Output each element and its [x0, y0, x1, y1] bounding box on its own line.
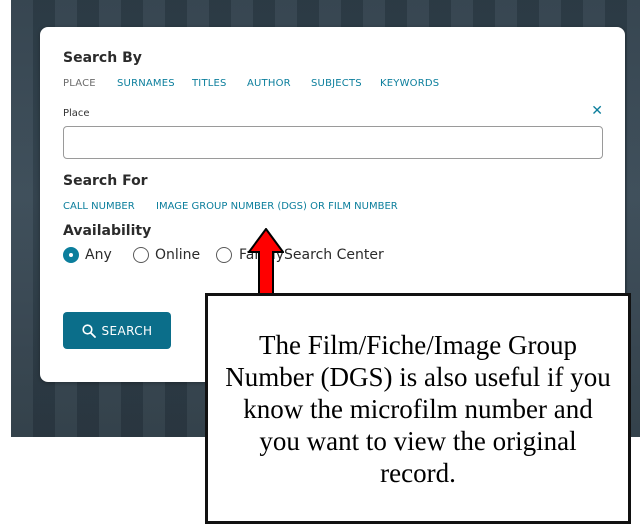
search-for-heading: Search For — [63, 173, 148, 189]
search-button-label: SEARCH — [101, 323, 153, 338]
availability-online-radio[interactable] — [133, 247, 149, 263]
place-input[interactable] — [63, 126, 603, 159]
availability-any-radio[interactable] — [63, 247, 79, 263]
place-label: Place — [63, 108, 90, 119]
search-button[interactable]: SEARCH — [63, 312, 171, 349]
search-by-heading: Search By — [63, 50, 142, 66]
search-for-call-number[interactable]: CALL NUMBER — [63, 201, 135, 212]
annotation-arrow — [248, 228, 284, 300]
search-by-place[interactable]: PLACE — [63, 78, 96, 89]
annotation-callout: The Film/Fiche/Image Group Number (DGS) … — [205, 293, 631, 524]
search-by-titles[interactable]: TITLES — [192, 78, 227, 89]
close-icon[interactable]: ✕ — [591, 104, 603, 118]
availability-heading: Availability — [63, 223, 152, 239]
availability-online-label: Online — [155, 247, 201, 263]
availability-center-radio[interactable] — [216, 247, 232, 263]
search-by-surnames[interactable]: SURNAMES — [117, 78, 175, 89]
search-icon — [81, 323, 96, 338]
availability-any-label: Any — [85, 247, 112, 263]
callout-text: The Film/Fiche/Image Group Number (DGS) … — [225, 329, 611, 488]
search-by-keywords[interactable]: KEYWORDS — [380, 78, 439, 89]
search-by-subjects[interactable]: SUBJECTS — [311, 78, 362, 89]
search-for-image-group-number[interactable]: IMAGE GROUP NUMBER (DGS) OR FILM NUMBER — [156, 201, 398, 212]
search-by-author[interactable]: AUTHOR — [247, 78, 291, 89]
